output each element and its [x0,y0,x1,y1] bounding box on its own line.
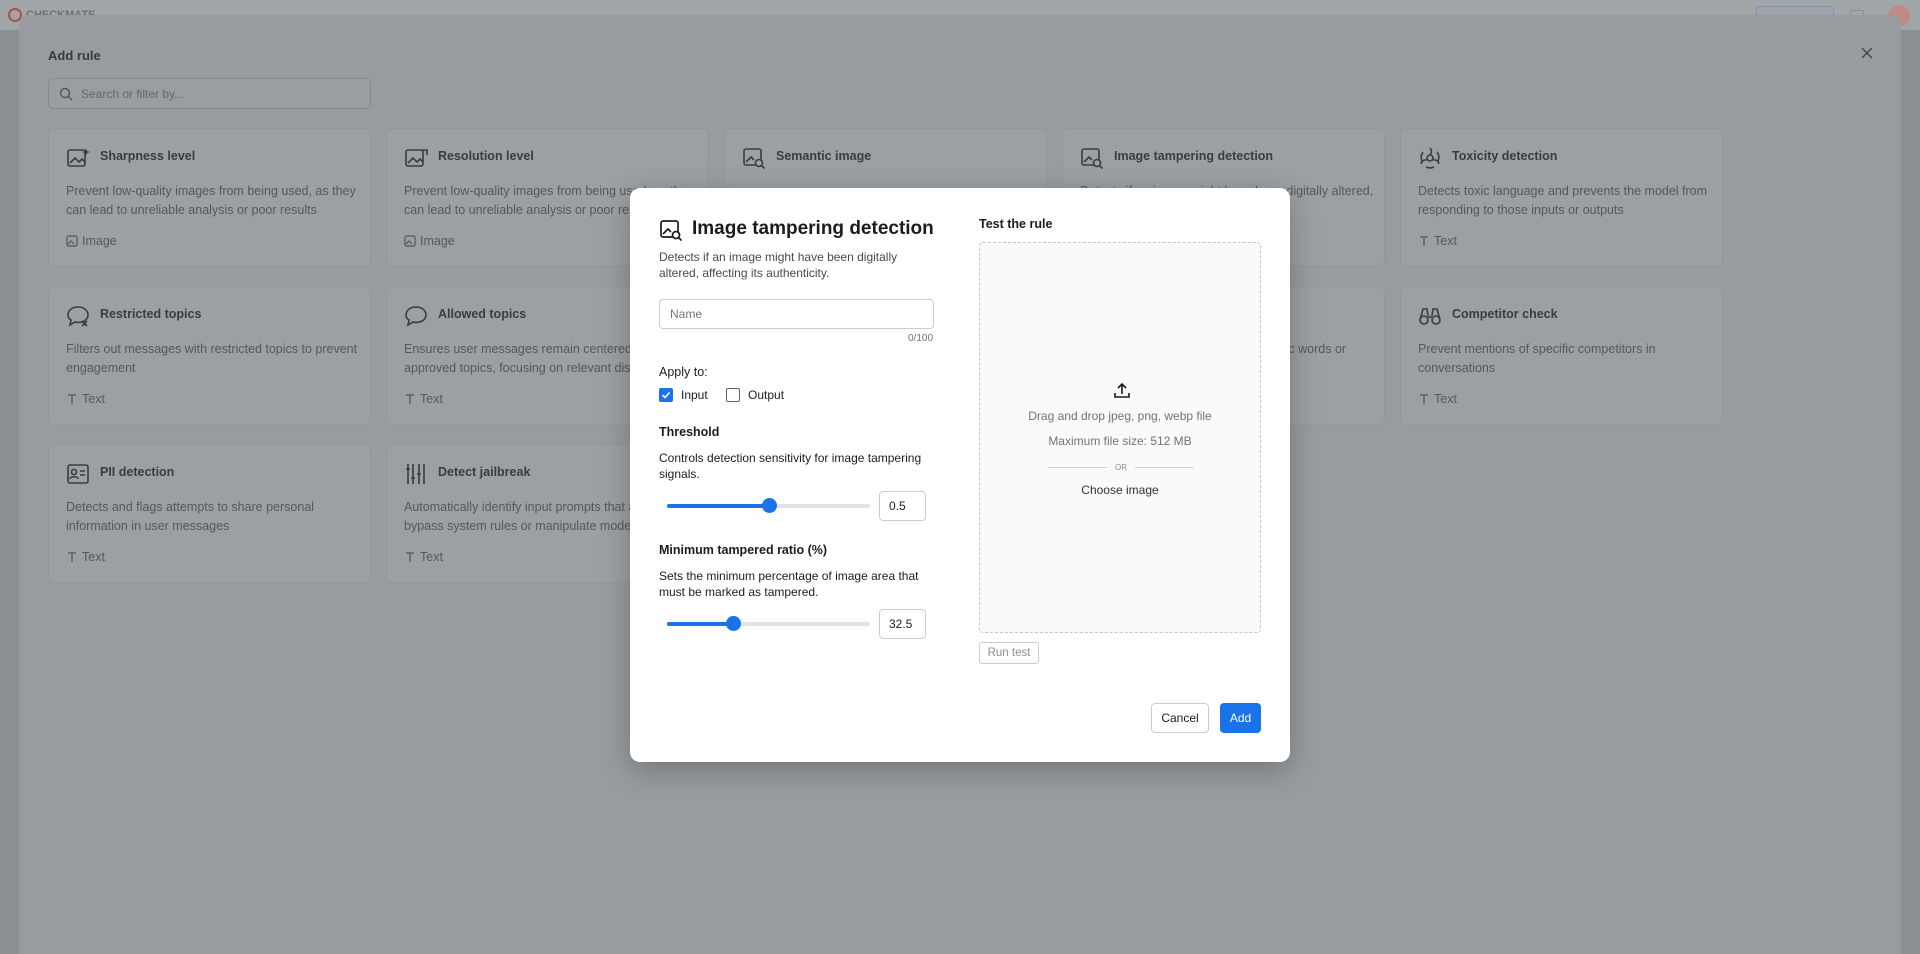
threshold-slider-fill [667,504,769,508]
output-checkbox[interactable] [726,388,740,402]
rule-config-modal: Image tampering detection Detects if an … [630,188,1290,762]
name-input[interactable] [659,299,934,329]
threshold-slider-thumb[interactable] [761,498,777,513]
image-search-icon [659,218,683,242]
add-button[interactable]: Add [1220,703,1261,733]
min-ratio-title: Minimum tampered ratio (%) [659,543,828,557]
choose-image-button[interactable]: Choose image [980,483,1260,497]
min-ratio-slider[interactable] [667,616,870,631]
or-text: OR [1115,463,1127,472]
test-rule-title: Test the rule [979,217,1053,231]
threshold-slider[interactable] [667,498,870,513]
min-ratio-slider-thumb[interactable] [725,616,741,631]
or-divider: OR [1048,463,1194,472]
min-ratio-slider-fill [667,622,733,626]
modal-description: Detects if an image might have been digi… [659,250,898,280]
min-ratio-description: Sets the minimum percentage of image are… [659,569,919,599]
modal-title: Image tampering detection [692,218,934,239]
max-file-size: Maximum file size: 512 MB [1048,434,1192,448]
name-counter: 0/100 [908,333,934,344]
output-checkbox-row[interactable]: Output [726,388,784,402]
image-dropzone[interactable]: Drag and drop jpeg, png, webp file Maxim… [979,242,1261,633]
apply-to-label: Apply to: [659,365,708,379]
upload-icon [1113,381,1131,399]
dropzone-instructions: Drag and drop jpeg, png, webp file [1028,409,1212,423]
input-label: Input [681,388,708,402]
cancel-button[interactable]: Cancel [1151,703,1209,733]
threshold-description: Controls detection sensitivity for image… [659,451,922,481]
min-ratio-value-input[interactable] [879,609,926,639]
threshold-value-input[interactable] [879,491,926,521]
output-label: Output [748,388,785,402]
input-checkbox-row[interactable]: Input [659,388,708,402]
input-checkbox[interactable] [659,388,673,402]
threshold-title: Threshold [659,425,720,439]
run-test-button[interactable]: Run test [979,642,1039,664]
